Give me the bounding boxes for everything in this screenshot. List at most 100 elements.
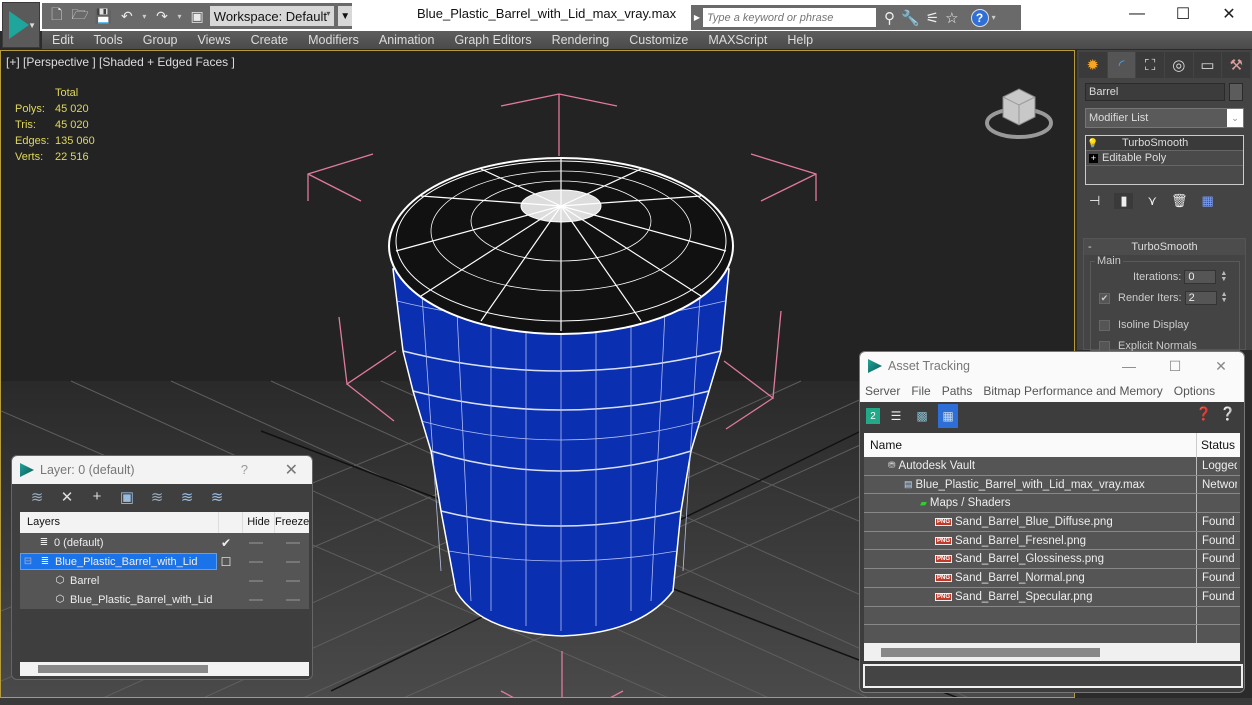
horizontal-scrollbar[interactable] — [864, 643, 1240, 661]
satellite-icon[interactable]: ⚟ — [926, 9, 939, 27]
hide-toggle[interactable] — [249, 599, 263, 601]
column-freeze[interactable]: Freeze — [275, 512, 309, 533]
render-iters-spinner[interactable]: 2 — [1184, 291, 1217, 305]
maximize-button[interactable]: ☐ — [1152, 352, 1198, 380]
isoline-checkbox[interactable] — [1099, 319, 1110, 331]
freeze-toggle[interactable] — [286, 599, 300, 601]
modify-icon[interactable]: ◜ — [1107, 52, 1136, 78]
dialog-title-bar[interactable]: Asset Tracking — ☐ ✕ — [860, 352, 1244, 380]
hide-toggle[interactable] — [249, 580, 263, 582]
create-icon[interactable]: ✹ — [1079, 52, 1107, 78]
layer-row[interactable]: ≣ 0 (default) ✔ — [20, 533, 309, 552]
star-icon[interactable]: ☆ — [945, 9, 958, 27]
asset-row[interactable]: ⛃ Autodesk Vault Logged — [864, 457, 1240, 476]
key-icon[interactable]: 🔧 — [901, 9, 920, 27]
iterations-spinner[interactable]: 0 — [1184, 270, 1217, 284]
add-to-layer-icon[interactable]: + — [87, 488, 107, 505]
expand-arrow-icon[interactable]: ▶ — [691, 13, 703, 22]
project-icon[interactable]: ▣ — [186, 5, 207, 27]
menu-bitmap-performance[interactable]: Bitmap Performance and Memory — [983, 384, 1162, 398]
list-view-icon[interactable]: ☰ — [886, 406, 906, 426]
render-iters-checkbox[interactable]: ✔ — [1099, 292, 1110, 304]
undo-dropdown[interactable]: ▾ — [140, 5, 150, 27]
menu-paths[interactable]: Paths — [942, 384, 973, 398]
minimize-button[interactable]: — — [1114, 0, 1160, 28]
active-layer-checkmark-icon[interactable]: ✔ — [219, 536, 233, 550]
menu-modifiers[interactable]: Modifiers — [298, 33, 369, 47]
new-file-icon[interactable]: 🗋 — [46, 5, 67, 27]
toolbar-overflow-button[interactable]: ▼ — [338, 6, 352, 26]
save-icon[interactable]: 💾 — [93, 5, 114, 27]
display-icon[interactable]: ▭ — [1193, 52, 1222, 78]
menu-animation[interactable]: Animation — [369, 33, 445, 47]
menu-maxscript[interactable]: MAXScript — [698, 33, 777, 47]
asset-row[interactable]: PNG Sand_Barrel_Normal.png Found — [864, 569, 1240, 588]
delete-layer-icon[interactable]: ✕ — [57, 488, 77, 506]
menu-create[interactable]: Create — [241, 33, 299, 47]
hierarchy-icon[interactable]: ⛶ — [1136, 52, 1165, 78]
hide-toggle[interactable] — [249, 542, 263, 544]
asset-row[interactable]: ▰ Maps / Shaders — [864, 494, 1240, 514]
refresh-icon[interactable]: 2 — [866, 408, 880, 424]
menu-tools[interactable]: Tools — [84, 33, 133, 47]
close-button[interactable]: ✕ — [285, 460, 298, 480]
menu-graph-editors[interactable]: Graph Editors — [444, 33, 541, 47]
freeze-toggle[interactable] — [286, 561, 300, 563]
freeze-toggle[interactable] — [286, 580, 300, 582]
undo-icon[interactable]: ↶ — [116, 5, 137, 27]
viewcube-icon[interactable] — [983, 79, 1055, 143]
layer-row[interactable]: ⊟ ≣ Blue_Plastic_Barrel_with_Lid ☐ — [20, 552, 309, 571]
column-name[interactable]: Name — [864, 433, 1197, 457]
menu-edit[interactable]: Edit — [42, 33, 84, 47]
spinner-arrows-icon[interactable]: ▲ ▼ — [1221, 291, 1231, 304]
vault-help-icon[interactable]: ❓ — [1196, 406, 1212, 422]
menu-options[interactable]: Options — [1174, 384, 1215, 398]
spinner-arrows-icon[interactable]: ▲ ▼ — [1220, 270, 1230, 283]
thumbnail-view-icon[interactable]: ▩ — [912, 406, 932, 426]
minimize-button[interactable]: — — [1106, 352, 1152, 380]
freeze-toggle[interactable] — [286, 542, 300, 544]
object-color-swatch[interactable] — [1229, 83, 1243, 101]
scrollbar-thumb[interactable] — [881, 648, 1100, 657]
menu-views[interactable]: Views — [187, 33, 240, 47]
make-unique-icon[interactable]: ⋎ — [1147, 193, 1157, 209]
set-current-layer-icon[interactable]: ≋ — [177, 488, 197, 506]
object-name-field[interactable]: Barrel — [1085, 83, 1225, 101]
close-button[interactable]: ✕ — [1206, 0, 1252, 28]
select-layer-icon[interactable]: ≋ — [147, 488, 167, 506]
layer-row[interactable]: ⬡ Blue_Plastic_Barrel_with_Lid — [20, 590, 309, 609]
rollout-header[interactable]: - TurboSmooth — [1084, 239, 1245, 255]
explicit-normals-checkbox[interactable] — [1099, 340, 1110, 352]
column-status[interactable]: Status — [1197, 438, 1235, 452]
plus-box-icon[interactable]: + — [1089, 153, 1098, 163]
asset-row[interactable]: PNG Sand_Barrel_Blue_Diffuse.png Found — [864, 513, 1240, 532]
motion-icon[interactable]: ◎ — [1165, 52, 1193, 78]
asset-row[interactable]: PNG Sand_Barrel_Glossiness.png Found — [864, 550, 1240, 570]
asset-row[interactable]: PNG Sand_Barrel_Specular.png Found — [864, 587, 1240, 607]
asset-row[interactable]: PNG Sand_Barrel_Fresnel.png Found — [864, 531, 1240, 551]
column-layers[interactable]: Layers — [20, 512, 219, 533]
collapse-icon[interactable]: ⊟ — [21, 556, 35, 567]
pin-stack-icon[interactable]: ⊣ — [1089, 193, 1100, 209]
menu-file[interactable]: File — [911, 384, 930, 398]
maximize-button[interactable]: ☐ — [1160, 0, 1206, 28]
redo-dropdown[interactable]: ▾ — [175, 5, 185, 27]
remove-modifier-icon[interactable]: 🗑 — [1171, 193, 1188, 209]
binoculars-icon[interactable]: ⚲ — [884, 9, 895, 27]
stack-item-turbosmooth[interactable]: 💡 TurboSmooth — [1086, 136, 1243, 151]
open-folder-icon[interactable]: 🗁 — [69, 5, 90, 27]
configure-sets-icon[interactable]: ▦ — [1202, 193, 1214, 209]
menu-customize[interactable]: Customize — [619, 33, 698, 47]
bulb-icon[interactable]: 💡 — [1086, 138, 1100, 149]
utilities-icon[interactable]: ⚒ — [1222, 52, 1251, 78]
workspace-select[interactable]: Workspace: Default ▾ — [209, 6, 335, 26]
modifier-list-dropdown[interactable]: Modifier List ⌄ — [1085, 108, 1244, 128]
show-end-result-icon[interactable]: ▮ — [1114, 193, 1134, 209]
hide-toggle[interactable] — [249, 561, 263, 563]
scrollbar-thumb[interactable] — [38, 665, 208, 673]
select-objects-icon[interactable]: ▣ — [117, 488, 137, 506]
column-hide[interactable]: Hide — [243, 512, 275, 533]
menu-help[interactable]: Help — [777, 33, 823, 47]
dialog-title-bar[interactable]: Layer: 0 (default) ? ✕ — [12, 456, 312, 484]
layer-settings-icon[interactable]: ≋ — [207, 488, 227, 506]
